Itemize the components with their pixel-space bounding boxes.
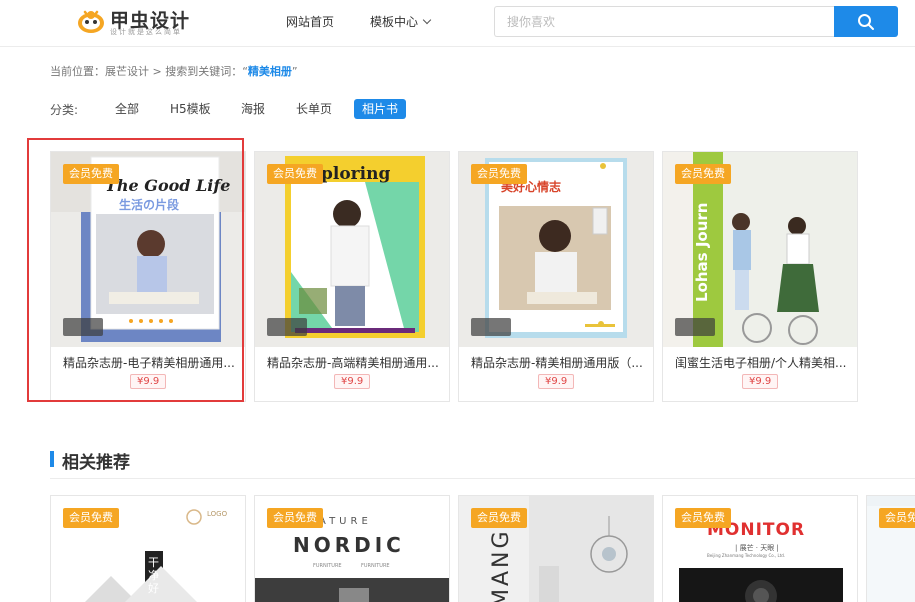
beetle-logo-icon xyxy=(78,10,104,33)
search-bar xyxy=(494,6,898,37)
card-logo-text: LOGO xyxy=(207,510,228,518)
template-card[interactable]: The Good Life 生活の片段 会员免费 精品杂志册-电子精美相册通用.… xyxy=(50,151,246,402)
member-free-badge: 会员免费 xyxy=(63,508,119,528)
section-divider xyxy=(50,478,915,479)
breadcrumb: 当前位置：展芒设计 > 搜索到关键词：“精美相册” xyxy=(50,63,298,79)
category-photo-book[interactable]: 相片书 xyxy=(354,99,407,119)
category-poster[interactable]: 海报 xyxy=(241,99,265,119)
nav-templates-dropdown[interactable]: 模板中心 xyxy=(370,13,432,30)
logo-slogan: 设计就是这么简单 xyxy=(110,28,182,36)
member-free-badge: 会员免费 xyxy=(675,164,731,184)
member-free-badge: 会员免费 xyxy=(675,508,731,528)
recommend-card[interactable]: MONITOR | 展芒 · 天眼 | Beijing Zhanmang Tec… xyxy=(662,495,858,602)
card-sub-text-1: FURNITURE xyxy=(313,563,342,569)
template-title[interactable]: 精品杂志册-高端精美相册通用... xyxy=(267,354,439,371)
search-input[interactable] xyxy=(494,6,835,37)
recommend-card[interactable]: 会员免费 xyxy=(866,495,915,602)
template-card[interactable]: ploring 会员免费 精品杂志册-高端精美相册通用... ¥9.9 xyxy=(254,151,450,402)
category-label: 分类: xyxy=(50,103,79,117)
site-logo[interactable]: 甲虫设计 设计就是这么简单 xyxy=(76,5,208,37)
breadcrumb-suffix: ” xyxy=(291,65,298,78)
price-tag: ¥9.9 xyxy=(742,374,779,389)
page-indicator xyxy=(471,318,511,336)
cover-subtext: 生活の片段 xyxy=(119,198,180,212)
price-tag: ¥9.9 xyxy=(130,374,167,389)
card-vertical-text: MANG xyxy=(489,528,514,602)
category-all[interactable]: 全部 xyxy=(115,99,139,119)
recommend-card[interactable]: LOGO 干净好 会员免费 xyxy=(50,495,246,602)
section-title: 相关推荐 xyxy=(62,453,130,473)
search-button[interactable] xyxy=(834,6,898,37)
member-free-badge: 会员免费 xyxy=(471,164,527,184)
card-top-text: ATURE xyxy=(319,516,372,527)
page-indicator xyxy=(63,318,103,336)
member-free-badge: 会员免费 xyxy=(879,508,915,528)
section-accent-bar xyxy=(50,451,54,467)
recommend-card[interactable]: MANG 会员免费 xyxy=(458,495,654,602)
search-icon xyxy=(858,13,874,30)
price-tag: ¥9.9 xyxy=(538,374,575,389)
chevron-down-icon xyxy=(422,15,432,25)
nav-templates-label: 模板中心 xyxy=(370,15,419,29)
breadcrumb-keyword[interactable]: 精美相册 xyxy=(248,65,292,78)
member-free-badge: 会员免费 xyxy=(471,508,527,528)
template-title[interactable]: 精品杂志册-电子精美相册通用... xyxy=(63,354,235,371)
header: 甲虫设计 设计就是这么简单 网站首页 模板中心 xyxy=(0,0,915,47)
card-sub-text-2: FURNITURE xyxy=(361,563,390,569)
price-tag: ¥9.9 xyxy=(334,374,371,389)
card-sub-text: | 展芒 · 天眼 | xyxy=(735,544,779,552)
page-indicator xyxy=(267,318,307,336)
category-long-page[interactable]: 长单页 xyxy=(296,99,332,119)
nav-home-link[interactable]: 网站首页 xyxy=(286,13,334,30)
template-card[interactable]: 美好心情志 会员免费 精品杂志册-精美相册通用版（... ¥9.9 xyxy=(458,151,654,402)
breadcrumb-prefix: 当前位置：展芒设计 > 搜索到关键词：“ xyxy=(50,65,248,78)
page-indicator xyxy=(675,318,715,336)
template-title[interactable]: 精品杂志册-精美相册通用版（... xyxy=(471,354,643,371)
card-vertical-text: 干净好 xyxy=(148,556,159,595)
member-free-badge: 会员免费 xyxy=(267,508,323,528)
recommend-card[interactable]: ATURE NORDIC FURNITURE FURNITURE 会员免费 xyxy=(254,495,450,602)
card-title-text: NORDIC xyxy=(293,533,405,557)
cover-text: The Good Life xyxy=(105,176,231,195)
template-card[interactable]: Lohas Journ 会员免费 闺蜜生活电子相册/个人精美相... ¥9.9 xyxy=(662,151,858,402)
cover-text: Lohas Journ xyxy=(693,202,711,302)
member-free-badge: 会员免费 xyxy=(267,164,323,184)
template-title[interactable]: 闺蜜生活电子相册/个人精美相... xyxy=(675,354,847,371)
cover-text: ploring xyxy=(321,164,391,184)
category-h5[interactable]: H5模板 xyxy=(170,99,211,119)
card-sub-text-2: Beijing Zhanmang Technology Co., Ltd. xyxy=(707,553,786,558)
member-free-badge: 会员免费 xyxy=(63,164,119,184)
